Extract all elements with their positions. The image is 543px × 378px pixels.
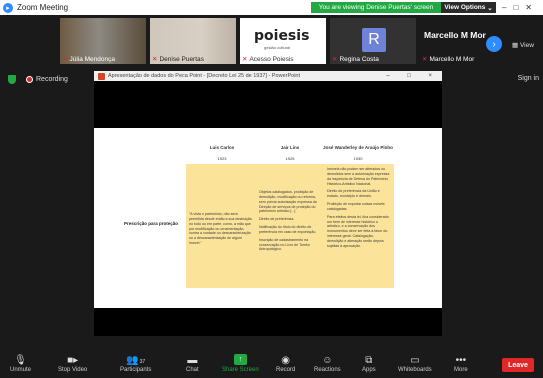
apps-button[interactable]: ⧉ Apps	[362, 354, 376, 373]
cell-text: Direito de preferência.	[259, 217, 295, 222]
participant-name: Marcello M Mor	[429, 56, 475, 63]
mic-muted-icon: 🎙	[14, 355, 27, 366]
apps-icon: ⧉	[365, 355, 373, 366]
reactions-label: Reactions	[314, 367, 341, 373]
security-shield-icon	[8, 75, 16, 84]
table-cell: "A vista o patrimônio, não será permitid…	[186, 164, 256, 288]
recording-indicator: Recording	[8, 75, 68, 84]
row-label: Prescrição para proteção	[124, 221, 179, 226]
zoom-logo-icon: ▸	[3, 2, 13, 13]
participant-display-name: Marcello M Mor	[424, 30, 486, 40]
column-header: Luis Carlos	[209, 145, 235, 150]
share-screen-label: Share Screen	[222, 367, 259, 373]
video-camera-icon: ■▸	[67, 355, 79, 366]
whiteboards-button[interactable]: ▭ Whiteboards	[398, 354, 432, 373]
more-button[interactable]: ••• More	[454, 354, 468, 373]
participants-button[interactable]: 👥37 Participants	[120, 354, 151, 373]
powerpoint-window: Apresentação de dados do Peca Point - [D…	[94, 71, 442, 336]
participant-name: Denise Puertas	[159, 56, 204, 63]
meeting-toolbar: 🎙 Unmute ■▸ Stop Video 👥37 Participants …	[0, 352, 543, 378]
view-options-label: View Options	[444, 4, 486, 11]
chat-icon: ▬	[187, 355, 198, 366]
stop-video-button[interactable]: ■▸ Stop Video	[58, 354, 87, 373]
powerpoint-window-controls[interactable]: – □ ×	[386, 73, 442, 79]
slide: Luis Carlos 1923 Jair Lins 1925 José Wan…	[94, 128, 442, 308]
share-screen-icon: ↑	[233, 354, 247, 365]
participant-name: Júlia Mendonça	[69, 56, 115, 63]
mic-muted-icon: ✕	[332, 56, 338, 63]
column-year: 1925	[285, 156, 295, 161]
gallery-view-button[interactable]: ▦ View	[512, 41, 534, 49]
record-label: Record	[276, 367, 296, 373]
poiesis-logo-subtitle: gestão cultural	[264, 45, 291, 50]
avatar: R	[362, 28, 386, 52]
cell-text: Para efeitos desta lei, fica considerado…	[327, 214, 389, 248]
column-year: 1923	[217, 156, 227, 161]
participant-tile[interactable]: ✕ Denise Puertas	[150, 18, 236, 64]
view-label: View	[519, 42, 534, 49]
cell-text: "A vista o patrimônio, não será permitid…	[189, 212, 252, 246]
powerpoint-icon	[98, 72, 105, 80]
unmute-label: Unmute	[10, 367, 32, 373]
cell-text: Proibição de exportar coisas móveis cata…	[327, 202, 385, 211]
window-title: Zoom Meeting	[17, 3, 69, 12]
share-screen-button[interactable]: ↑ Share Screen	[222, 354, 259, 373]
participants-label: Participants	[120, 367, 152, 373]
participant-tile[interactable]: poiesis gestão cultural ✕ Acesso Poiesis	[240, 18, 326, 64]
participant-name: Acesso Poiesis	[249, 56, 294, 63]
table-cell: Objetos catalogados, proibição de demoli…	[256, 164, 324, 288]
cell-text: Direito de preferência da União e estado…	[327, 189, 380, 199]
mic-muted-icon: ✕	[422, 56, 428, 63]
column-header: José Wanderley de Araújo Pinho	[323, 145, 393, 150]
cell-text: Inscrição de cadastramento na conservaçã…	[259, 237, 310, 252]
whiteboard-icon: ▭	[410, 355, 420, 366]
powerpoint-title-bar: Apresentação de dados do Peca Point - [D…	[94, 71, 442, 81]
record-icon: ◉	[281, 355, 291, 366]
cell-text: Notificação do título do direito de pref…	[259, 225, 317, 234]
next-page-icon[interactable]: ›	[486, 36, 502, 52]
participant-tile[interactable]: ✕ Júlia Mendonça	[60, 18, 146, 64]
unmute-button[interactable]: 🎙 Unmute	[10, 354, 31, 373]
cell-text: Objetos catalogados, proibição de demoli…	[259, 190, 317, 214]
sign-in-link[interactable]: Sign in	[518, 75, 539, 82]
column-year: 1930	[353, 156, 363, 161]
participant-tile[interactable]: R ✕ Regina Costa	[330, 18, 416, 64]
recording-label: Recording	[36, 76, 68, 83]
column-header: Jair Lins	[280, 145, 300, 150]
record-button[interactable]: ◉ Record	[276, 354, 295, 373]
more-label: More	[454, 367, 468, 373]
chat-label: Chat	[186, 367, 199, 373]
powerpoint-window-title: Apresentação de dados do Peca Point - [D…	[108, 73, 301, 79]
table-cell: Imóveis não podem ser alterados ou demol…	[324, 164, 394, 288]
participants-icon: 👥37	[126, 355, 146, 366]
participant-count: 37	[139, 359, 146, 365]
mic-muted-icon: ✕	[62, 56, 68, 63]
stop-video-label: Stop Video	[58, 367, 88, 373]
more-icon: •••	[455, 355, 467, 366]
participant-name: Regina Costa	[339, 56, 379, 63]
reactions-button[interactable]: ☺ Reactions	[314, 354, 341, 373]
participant-tile[interactable]: Marcello M Mor ✕ Marcello M Mor	[420, 18, 492, 64]
chat-button[interactable]: ▬ Chat	[186, 354, 199, 373]
participant-strip: ✕ Júlia Mendonça ✕ Denise Puertas poiesis …	[0, 15, 543, 67]
sharing-banner: You are viewing Denise Puertas' screen	[311, 2, 441, 13]
view-options-button[interactable]: View Options ⌄	[441, 2, 496, 13]
recording-dot-icon	[26, 76, 33, 83]
poiesis-logo: poiesis	[254, 28, 310, 44]
apps-label: Apps	[362, 367, 376, 373]
mic-muted-icon: ✕	[242, 56, 248, 63]
reactions-icon: ☺	[322, 355, 333, 366]
whiteboards-label: Whiteboards	[398, 367, 432, 373]
cell-text: Imóveis não podem ser alterados ou demol…	[327, 167, 390, 186]
window-controls[interactable]: –□✕	[502, 3, 539, 12]
mic-muted-icon: ✕	[152, 56, 158, 63]
leave-button[interactable]: Leave	[502, 358, 534, 372]
